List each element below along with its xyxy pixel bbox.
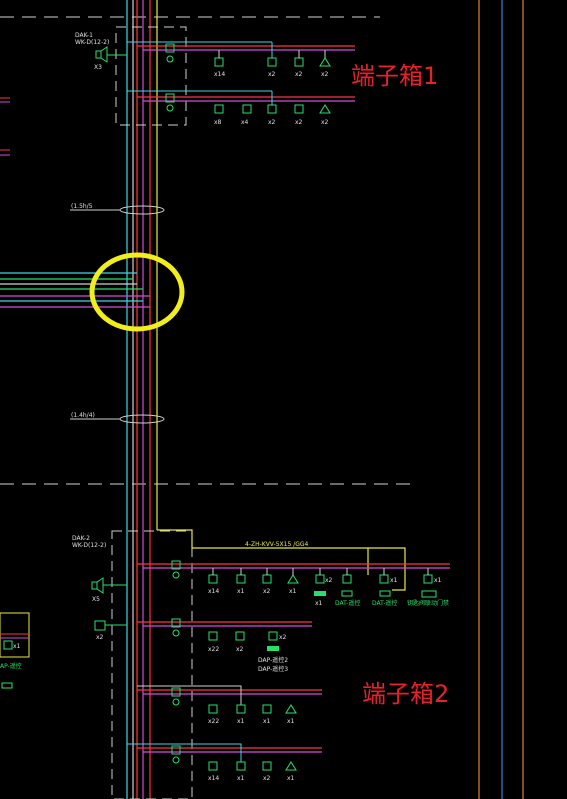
svg-text:x1: x1 [287,718,295,725]
speaker-icon [91,577,127,594]
svg-text:x2: x2 [263,775,271,782]
device-icon [208,761,218,771]
svg-text:x2: x2 [325,577,333,584]
svg-text:X5: X5 [92,596,100,603]
svg-text:WK-D(12-2): WK-D(12-2) [72,542,106,549]
device-icon [315,574,325,584]
svg-text:DAT-遥控: DAT-遥控 [372,599,397,607]
svg-text:DAT-遥控: DAT-遥控 [335,599,360,607]
svg-text:x1: x1 [289,588,297,595]
svg-text:x2: x2 [321,71,329,78]
svg-text:x1: x1 [287,775,295,782]
svg-text:x2: x2 [268,71,276,78]
cable-label-mid: (1.4h/4) [71,412,95,419]
terminal-box-1-label: 端子箱1 [351,62,439,90]
cad-drawing-canvas: (1.5h/5 (1.4h/4) DAK-1 WK-D(12-2) X3 x14 [0,0,524,799]
phone-icon [94,620,106,631]
siren-icon [287,574,299,584]
svg-text:x8: x8 [214,119,222,126]
right-frame-lines [478,0,524,799]
device-icon [208,704,218,714]
device-icon [214,104,224,114]
svg-text:DAK-1: DAK-1 [75,32,93,39]
left-edge-fragments: x1 AP-遥控 [0,97,30,689]
device-icon [423,574,433,584]
svg-text:x1: x1 [13,643,21,650]
speaker-label: X3 [94,64,102,71]
device-icon [236,704,246,714]
vertical-bus [126,0,158,799]
device-icon [342,574,352,584]
svg-text:x1: x1 [237,588,245,595]
svg-text:x2: x2 [263,588,271,595]
svg-text:x1: x1 [263,718,271,725]
svg-text:x14: x14 [214,71,225,78]
device-icon [294,57,304,67]
button-icon [314,591,326,596]
svg-text:x1: x1 [315,600,323,607]
svg-text:x1: x1 [237,775,245,782]
terminal-box-1: DAK-1 WK-D(12-2) X3 x14 x2 x2 x2 x8 x4 x… [75,26,355,126]
siren-icon [285,761,297,771]
svg-text:x14: x14 [208,775,219,782]
terminal-box-2-label: 端子箱2 [362,680,450,708]
yellow-cable-label: 4-ZH-KVV-5X15 /GG4 [245,541,309,548]
svg-text:x2: x2 [236,646,244,653]
siren-icon [319,57,331,67]
svg-text:DAP-遥控2: DAP-遥控2 [258,656,288,664]
device-icon [235,631,245,641]
svg-text:x14: x14 [208,588,219,595]
speaker-icon [95,46,127,63]
svg-text:x2: x2 [96,634,104,641]
svg-text:x2: x2 [321,119,329,126]
svg-text:DAK-2: DAK-2 [72,535,90,542]
svg-text:钥匙阀联动门禁: 钥匙阀联动门禁 [407,599,449,607]
svg-text:x2: x2 [295,71,303,78]
terminal-box-2: DAK-2 WK-D(12-2) 4-ZH-KVV-5X15 /GG4 X5 x… [72,529,450,799]
device-icon [208,631,218,641]
svg-text:x22: x22 [208,646,219,653]
device-icon [236,574,246,584]
device-icon [214,57,224,67]
cable-label-top: (1.5h/5 [71,203,93,210]
svg-text:WK-D(12-2): WK-D(12-2) [75,39,109,46]
device-icon [262,574,272,584]
device-icon [208,574,218,584]
device-icon [236,761,246,771]
device-icon [262,761,272,771]
siren-icon [285,704,297,714]
svg-text:DAP-遥控3: DAP-遥控3 [258,665,288,673]
device-icon [379,574,389,584]
svg-text:x1: x1 [390,577,398,584]
device-icon [294,104,304,114]
device-icon [267,104,277,114]
device-icon [262,704,272,714]
svg-text:x2: x2 [295,119,303,126]
svg-text:x1: x1 [237,718,245,725]
svg-text:x4: x4 [241,119,249,126]
svg-text:x1: x1 [434,577,442,584]
siren-icon [319,104,331,114]
svg-text:x22: x22 [208,718,219,725]
device-icon [268,631,278,641]
device-icon [242,104,252,114]
device-icon [267,57,277,67]
svg-text:x2: x2 [279,634,287,641]
svg-text:x2: x2 [268,119,276,126]
svg-text:AP-遥控: AP-遥控 [0,662,22,670]
